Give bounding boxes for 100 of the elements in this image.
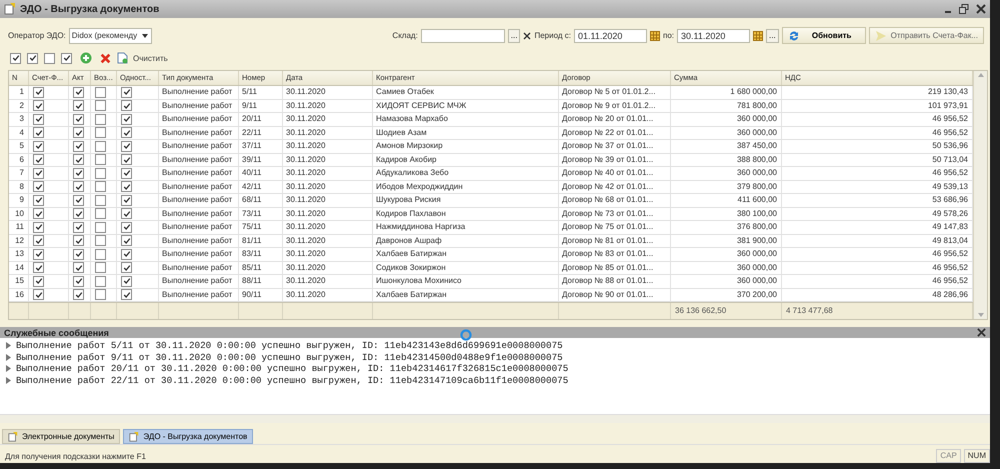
checkbox[interactable] [33,181,44,192]
checkbox[interactable] [95,154,106,166]
checkbox[interactable] [95,168,106,179]
checkbox[interactable] [73,114,84,125]
checkbox[interactable] [121,222,132,233]
checkbox[interactable] [95,289,106,300]
checkbox[interactable] [73,86,84,98]
window-tab[interactable]: Электронные документы [2,429,120,444]
checkbox[interactable] [121,127,132,138]
checkbox[interactable] [121,289,132,300]
checkbox[interactable] [95,86,106,98]
period-from-label: Период с: [534,31,571,40]
table-cell: 42/11 [239,180,283,193]
checkbox[interactable] [121,100,132,112]
checkbox[interactable] [73,100,84,112]
add-icon[interactable] [80,52,92,64]
checkbox[interactable] [33,289,44,300]
checkbox[interactable] [33,114,44,125]
row-number: 3 [9,113,29,126]
checkbox[interactable] [33,208,44,220]
checkbox[interactable] [73,140,84,152]
checkbox[interactable] [121,140,132,152]
checkbox[interactable] [33,154,44,166]
calendar-icon[interactable] [753,30,763,40]
checkbox[interactable] [61,52,72,64]
checkbox[interactable] [73,248,84,260]
checkbox[interactable] [121,248,132,260]
checkbox[interactable] [73,208,84,220]
checkbox[interactable] [121,208,132,220]
checkbox[interactable] [95,208,106,220]
clear-button[interactable]: Очистить [117,52,168,64]
checkbox[interactable] [95,127,106,138]
checkbox[interactable] [121,276,132,287]
checkbox[interactable] [33,86,44,98]
delete-icon[interactable] [100,52,111,64]
checkbox[interactable] [73,262,84,274]
checkbox[interactable] [121,168,132,179]
window-tab[interactable]: ЭДО - Выгрузка документов [123,429,254,444]
select-button[interactable]: ... [508,28,520,42]
checkbox[interactable] [121,86,132,98]
table-cell: 1 680 000,00 [671,86,782,98]
checkbox[interactable] [33,194,44,206]
checkbox[interactable] [95,235,106,246]
warehouse-field[interactable] [420,28,505,42]
scrollbar[interactable] [0,414,990,423]
checkbox[interactable] [73,127,84,138]
send-button[interactable]: Отправить Счета-Фак... [868,27,984,44]
date-field[interactable]: 30.11.2020 [677,28,750,42]
table-cell: 379 800,00 [671,180,782,193]
document-icon[interactable] [117,52,128,64]
checkbox[interactable] [10,52,21,64]
checkbox[interactable] [73,181,84,192]
clear-icon[interactable] [523,32,532,40]
table-cell: Договор № 22 от 01.01... [559,126,671,139]
checkbox[interactable] [121,235,132,246]
checkbox[interactable] [95,140,106,152]
checkbox[interactable] [33,140,44,152]
checkbox[interactable] [33,248,44,260]
checkbox[interactable] [95,114,106,125]
table-cell: 387 450,00 [671,140,782,152]
checkbox[interactable] [33,100,44,112]
checkbox[interactable] [73,235,84,246]
checkbox[interactable] [73,168,84,179]
checkbox[interactable] [121,181,132,192]
checkbox[interactable] [95,276,106,287]
checkbox[interactable] [95,194,106,206]
calendar-icon[interactable] [650,30,660,40]
refresh-icon[interactable] [788,30,800,42]
checkbox[interactable] [33,262,44,274]
checkbox[interactable] [44,52,55,64]
table-cell: 30.11.2020 [283,288,373,301]
checkbox[interactable] [73,222,84,233]
checkbox[interactable] [33,235,44,246]
document-icon[interactable] [8,432,18,442]
checkbox[interactable] [95,222,106,233]
close-icon[interactable] [977,328,986,337]
checkbox[interactable] [73,289,84,300]
checkbox[interactable] [121,114,132,125]
document-icon[interactable] [129,432,140,442]
checkbox[interactable] [33,222,44,233]
checkbox[interactable] [121,154,132,166]
checkbox[interactable] [73,154,84,166]
checkbox[interactable] [33,168,44,179]
checkbox[interactable] [95,262,106,274]
checkbox[interactable] [121,194,132,206]
operator-select[interactable]: Didox (рекоменду [68,28,152,44]
refresh-button[interactable]: Обновить [782,27,866,44]
date-field[interactable]: 01.11.2020 [574,28,647,42]
checkbox[interactable] [73,276,84,287]
restore-icon[interactable] [959,4,969,14]
period-button[interactable]: ... [766,28,779,42]
checkbox[interactable] [95,181,106,192]
checkbox[interactable] [33,276,44,287]
close-icon[interactable] [976,4,986,14]
checkbox[interactable] [95,100,106,112]
checkbox[interactable] [33,127,44,138]
checkbox[interactable] [73,194,84,206]
checkbox[interactable] [121,262,132,274]
checkbox[interactable] [27,52,38,64]
checkbox[interactable] [95,248,106,260]
